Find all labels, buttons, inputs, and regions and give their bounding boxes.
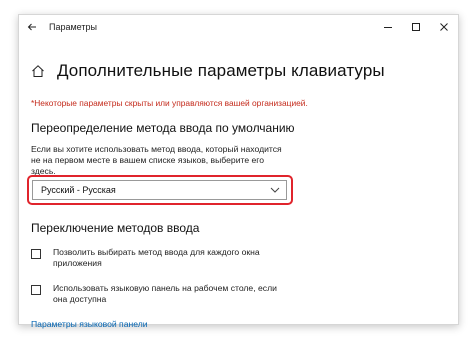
home-button[interactable] [31,64,45,78]
switching-heading: Переключение методов ввода [31,221,200,235]
per-app-label: Позволить выбирать метод ввода для каждо… [53,247,260,268]
close-button[interactable] [430,15,458,39]
dropdown-value: Русский - Русская [41,185,116,195]
back-arrow-icon [27,23,36,31]
minimize-icon [384,27,392,28]
language-bar-label: Использовать языковую панель на рабочем … [53,283,277,304]
maximize-button[interactable] [402,15,430,39]
per-app-option: Позволить выбирать метод ввода для каждо… [31,247,283,269]
back-button[interactable] [19,15,45,39]
title-bar: Параметры [19,15,458,39]
override-description: Если вы хотите использовать метод ввода,… [31,144,282,176]
window-controls [374,15,458,39]
window-title: Параметры [49,22,97,32]
managed-warning: *Некоторые параметры скрыты или управляю… [31,98,308,108]
language-bar-option: Использовать языковую панель на рабочем … [31,283,283,305]
chevron-down-icon [270,187,280,193]
language-bar-settings-link[interactable]: Параметры языковой панели [31,319,148,329]
page-title: Дополнительные параметры клавиатуры [57,61,385,80]
minimize-button[interactable] [374,15,402,39]
per-app-checkbox[interactable] [31,249,41,259]
home-icon [32,65,44,77]
language-bar-checkbox[interactable] [31,285,41,295]
maximize-icon [412,23,420,31]
override-heading: Переопределение метода ввода по умолчани… [31,121,295,135]
page-header: Дополнительные параметры клавиатуры [31,61,385,81]
close-icon [440,23,448,31]
settings-window: Параметры Дополнительные параметры клави… [18,14,459,329]
input-method-dropdown[interactable]: Русский - Русская [32,180,287,200]
